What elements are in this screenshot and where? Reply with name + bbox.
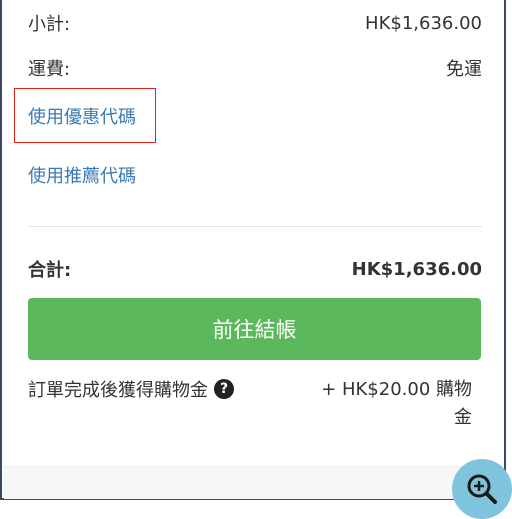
reward-label: 訂單完成後獲得購物金 xyxy=(28,380,208,401)
cart-summary-panel: 小計: HK$1,636.00 運費: 免運 使用優惠代碼 使用推薦代碼 合計:… xyxy=(0,0,506,500)
use-coupon-code-link[interactable]: 使用優惠代碼 xyxy=(28,103,136,129)
reward-value-line1: + HK$20.00 購物 xyxy=(321,379,472,400)
subtotal-row: 小計: HK$1,636.00 xyxy=(28,10,482,36)
shipping-label: 運費: xyxy=(28,59,71,80)
shipping-value: 免運 xyxy=(446,59,482,80)
total-value: HK$1,636.00 xyxy=(351,258,482,280)
total-row: 合計: HK$1,636.00 xyxy=(28,256,482,282)
zoom-in-icon xyxy=(467,474,497,504)
total-label: 合計: xyxy=(28,260,72,281)
reward-value: + HK$20.00 購物 金 xyxy=(312,376,472,432)
subtotal-value: HK$1,636.00 xyxy=(365,12,482,34)
shipping-row: 運費: 免運 xyxy=(28,55,482,81)
proceed-to-checkout-button[interactable]: 前往結帳 xyxy=(28,298,481,360)
question-circle-icon[interactable]: ? xyxy=(214,379,234,399)
zoom-in-button[interactable] xyxy=(452,459,512,519)
reward-info: 訂單完成後獲得購物金 ? xyxy=(28,376,234,402)
reward-value-line2: 金 xyxy=(454,407,472,428)
divider xyxy=(28,226,482,227)
use-referral-code-link[interactable]: 使用推薦代碼 xyxy=(28,162,136,188)
subtotal-label: 小計: xyxy=(28,14,71,35)
panel-footer xyxy=(4,466,502,499)
